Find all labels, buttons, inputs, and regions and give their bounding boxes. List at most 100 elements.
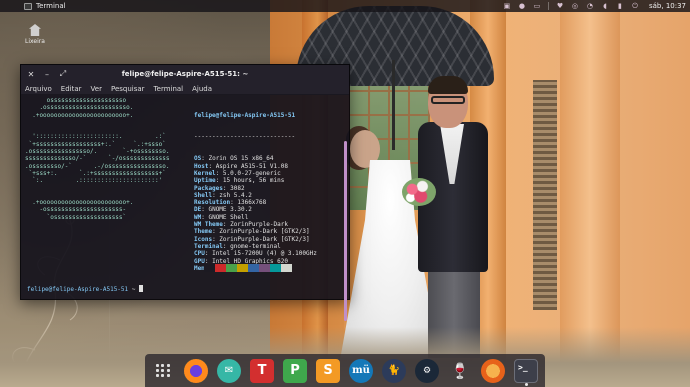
fox-app-icon[interactable] (481, 358, 505, 383)
terminal-scrollbar[interactable] (344, 141, 347, 329)
volume-icon[interactable]: ◖ (601, 2, 609, 10)
logo-line: .ossssssso/-` .-/ossssssssssssssso. (25, 162, 170, 170)
wallpaper-bouquet (402, 178, 436, 206)
menu-ajuda[interactable]: Ajuda (192, 85, 212, 93)
palette-swatch (281, 264, 292, 272)
menu-ver[interactable]: Ver (91, 85, 102, 93)
info-line: Kernel: 5.0.0-27-generic (194, 170, 317, 177)
show-apps-button[interactable] (151, 359, 175, 383)
power-icon[interactable]: ⏻ (631, 2, 639, 10)
info-line: CPU: Intel i5-7200U (4) @ 3.100GHz (194, 250, 317, 257)
info-value: 1366x768 (237, 199, 267, 207)
info-value: 5.0.0-27-generic (222, 169, 281, 177)
shell-prompt[interactable]: felipe@felipe-Aspire-A515-51 ~ (27, 285, 144, 293)
menu-arquivo[interactable]: Arquivo (25, 85, 52, 93)
dropbox-icon[interactable]: ▣ (503, 2, 511, 10)
wallpaper-glasses (431, 96, 465, 104)
info-value: Intel i5-7200U (4) @ 3.100GHz (212, 250, 317, 258)
wallpaper-groom-hair (428, 76, 468, 94)
info-line: Shell: zsh 5.4.2 (194, 192, 317, 199)
info-separator: ---------------------------- (194, 133, 296, 141)
terminal-app-icon (24, 2, 32, 10)
heart-icon[interactable]: ♥ (556, 2, 564, 10)
info-line: Uptime: 15 hours, 56 mins (194, 177, 317, 184)
info-line: OS: Zorin OS 15 x86_64 (194, 155, 317, 162)
terminal-titlebar[interactable]: ✕ – ⤢ felipe@felipe-Aspire-A515-51: ~ (21, 65, 349, 83)
info-value: 3082 (230, 184, 245, 192)
cat-app-icon[interactable]: 🐈 (382, 358, 406, 383)
terminal-window[interactable]: ✕ – ⤢ felipe@felipe-Aspire-A515-51: ~ Ar… (20, 64, 350, 329)
firefox-icon[interactable] (184, 358, 208, 383)
tray-separator (547, 2, 549, 10)
info-line: Icons: ZorinPurple-Dark [GTK2/3] (194, 236, 317, 243)
palette-swatch (215, 264, 226, 272)
maximize-icon[interactable]: ⤢ (57, 68, 69, 80)
logo-line: .ossssssssssssssso/. `-+ossssssso. (25, 148, 170, 156)
info-key: Shell (194, 191, 213, 199)
terminal-menubar: Arquivo Editar Ver Pesquisar Terminal Aj… (21, 83, 349, 95)
info-colon: : (215, 177, 223, 185)
steam-icon[interactable]: ⚙ (415, 358, 439, 383)
info-value: Zorin OS 15 x86_64 (208, 155, 274, 163)
mail-icon[interactable]: ✉ (217, 358, 241, 383)
menu-pesquisar[interactable]: Pesquisar (111, 85, 145, 93)
logo-line: `:. .::::::::::::::::::::::' (25, 177, 163, 185)
logo-line: .+oooooooooooooooooooooooo+. (25, 111, 134, 119)
info-value: GNOME Shell (208, 213, 249, 221)
info-value: zsh 5.4.2 (219, 191, 252, 199)
logo-line: .osssssssssssssssssssssso. (25, 104, 134, 112)
info-line: Theme: ZorinPurple-Dark [GTK2/3] (194, 228, 317, 235)
info-key: Terminal (194, 242, 223, 250)
palette-swatch (259, 264, 270, 272)
ubuntu-icon[interactable]: ◎ (571, 2, 579, 10)
logo-line: `osssssssssssssssssss` (25, 213, 127, 221)
menu-terminal[interactable]: Terminal (154, 85, 184, 93)
menu-editar[interactable]: Editar (61, 85, 82, 93)
info-line: DE: GNOME 3.30.2 (194, 206, 317, 213)
apps-grid-icon (156, 363, 170, 378)
logo-line (25, 126, 170, 133)
color-palette (204, 264, 292, 272)
p-app-icon[interactable]: P (283, 358, 307, 383)
wifi-icon[interactable]: ◔ (586, 2, 594, 10)
system-tray: ▣ ● ▭ ♥ ◎ ◔ ◖ ▮ ⏻ sáb, 10:37 (503, 0, 686, 12)
text-cursor (139, 285, 144, 292)
info-value: ZorinPurple-Dark (230, 221, 288, 229)
info-line: Host: Aspire A515-51 V1.08 (194, 163, 317, 170)
window-icon[interactable]: ▭ (533, 2, 541, 10)
trash-icon (29, 24, 41, 36)
battery-icon[interactable]: ▮ (616, 2, 624, 10)
logo-line (25, 185, 170, 192)
logo-line: `+ssssssssssssssssss+:.` `.:+ssso` (25, 140, 166, 148)
palette-swatch (248, 264, 259, 272)
s-app-icon[interactable]: S (316, 358, 340, 383)
info-line: WM: GNOME Shell (194, 214, 317, 221)
clock[interactable]: sáb, 10:37 (649, 2, 686, 10)
terminal-icon[interactable]: >_ (514, 358, 538, 386)
active-app-menu[interactable]: Terminal (36, 2, 66, 10)
close-icon[interactable]: ✕ (25, 68, 37, 80)
info-key: Packages (194, 184, 223, 192)
minimize-icon[interactable]: – (41, 68, 53, 80)
wine-icon[interactable]: 🍷 (448, 359, 472, 383)
logo-line: osssssssssssssssssssso (25, 97, 127, 104)
info-line: Packages: 3082 (194, 185, 317, 192)
info-key: Kernel (194, 169, 216, 177)
palette-swatch (270, 264, 281, 272)
logo-line (25, 119, 170, 126)
scrollbar-thumb[interactable] (344, 141, 347, 321)
desktop-icon-trash[interactable]: Lixeira (20, 24, 50, 45)
wallpaper-umbrella-stick (392, 60, 395, 150)
t-app-icon[interactable]: T (250, 358, 274, 383)
logo-line: .+oooooooooooooooooooooooo+. (25, 199, 134, 207)
info-line: Terminal: gnome-terminal (194, 243, 317, 250)
terminal-output[interactable]: osssssssssssssssssssso .osssssssssssssss… (21, 95, 349, 329)
user-host: felipe@felipe-Aspire-A515-51 (194, 111, 296, 119)
info-lines: OS: Zorin OS 15 x86_64 Host: Aspire A515-… (194, 155, 317, 272)
record-icon[interactable]: ● (518, 2, 526, 10)
logo-line: ssssssssssssso/-` `-/osssssssssssss (25, 155, 170, 163)
info-key: Host (194, 162, 209, 170)
info-key: CPU (194, 250, 205, 258)
palette-swatch (226, 264, 237, 272)
mu-app-icon[interactable]: mü (349, 358, 373, 383)
